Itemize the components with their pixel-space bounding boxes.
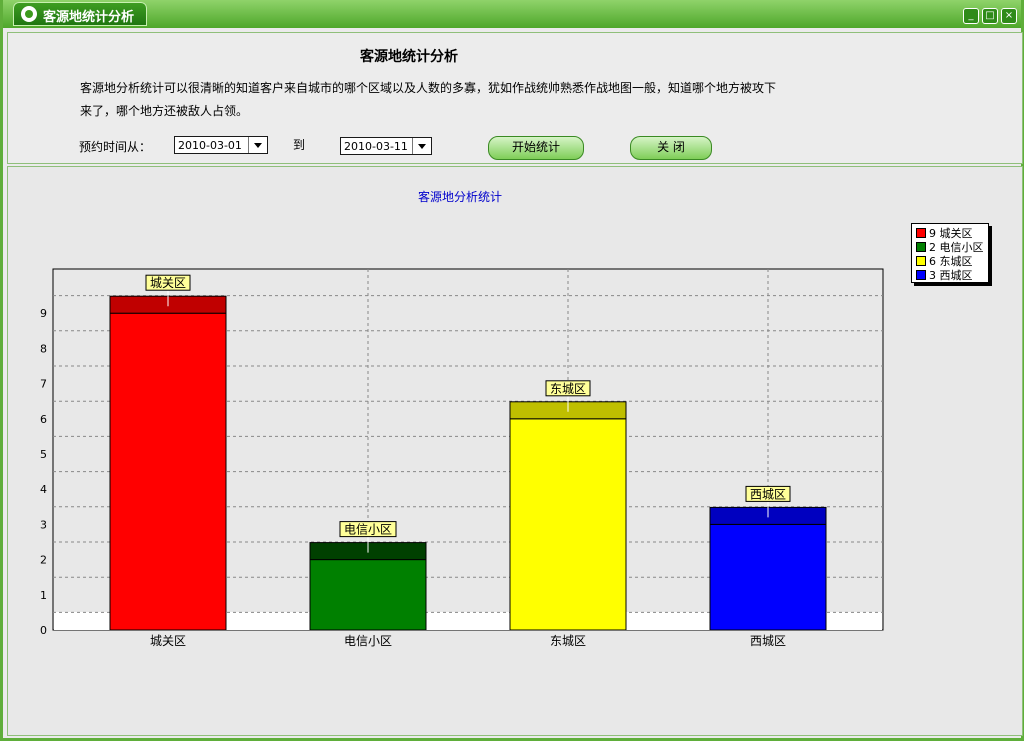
date-from-picker[interactable]: 2010-03-01 <box>174 136 268 154</box>
chart-legend: 9 城关区 2 电信小区 6 东城区 3 西城区 <box>911 223 989 283</box>
legend-swatch <box>916 270 926 280</box>
date-from-value: 2010-03-01 <box>178 139 242 152</box>
window-title: 客源地统计分析 <box>43 10 135 25</box>
close-icon[interactable]: × <box>1001 8 1017 24</box>
chart-panel <box>7 166 1023 736</box>
page-description: 客源地分析统计可以很清晰的知道客户来自城市的哪个区域以及人数的多寡，犹如作战统帅… <box>80 81 777 118</box>
date-to-label: 到 <box>293 138 306 152</box>
title-bar[interactable]: 客源地统计分析 _ □ × <box>3 0 1021 28</box>
minimize-icon[interactable]: _ <box>963 8 979 24</box>
app-window: 客源地统计分析 _ □ × 客源地统计分析 客源地分析统计可以很清晰的知道客户来… <box>0 0 1024 741</box>
chevron-down-icon[interactable] <box>412 138 431 154</box>
legend-swatch <box>916 256 926 266</box>
app-icon <box>21 6 37 22</box>
legend-swatch <box>916 228 926 238</box>
page-title: 客源地统计分析 <box>360 49 458 65</box>
start-stat-button[interactable]: 开始统计 <box>488 136 584 160</box>
date-to-value: 2010-03-11 <box>344 140 408 153</box>
restore-icon[interactable]: □ <box>982 8 998 24</box>
legend-swatch <box>916 242 926 252</box>
date-from-label: 预约时间从： <box>79 140 152 154</box>
legend-label: 3 西城区 <box>929 269 973 282</box>
chart-title: 客源地分析统计 <box>418 190 503 204</box>
chevron-down-icon[interactable] <box>248 137 267 153</box>
title-tab: 客源地统计分析 <box>13 2 147 26</box>
date-to-picker[interactable]: 2010-03-11 <box>340 137 432 155</box>
close-button[interactable]: 关 闭 <box>630 136 712 160</box>
